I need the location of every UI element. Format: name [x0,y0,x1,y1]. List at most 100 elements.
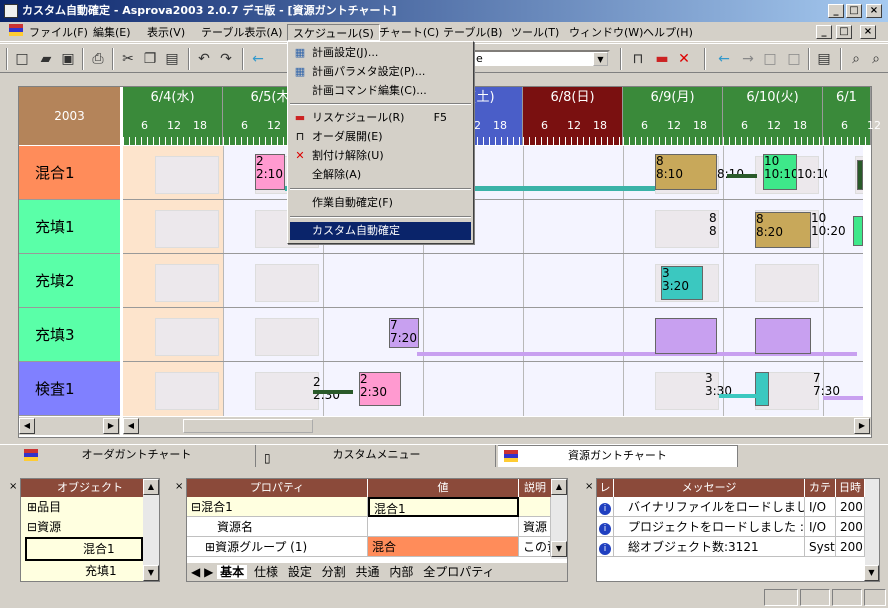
unassign-toolbar-icon[interactable]: ✕ [674,49,694,69]
expand-plus-icon[interactable]: ⊞ [27,500,37,514]
task-bar[interactable]: 3 3:30 [705,372,735,406]
task-bar[interactable] [755,372,769,406]
open-folder-icon[interactable]: ▰ [36,49,56,69]
scroll-down-icon[interactable]: ▼ [551,541,567,557]
task-bar[interactable]: 2 2:10 [255,154,285,190]
maximize-button[interactable]: □ [846,4,862,18]
prop-value-cell[interactable]: 混合 [368,537,519,557]
save-icon[interactable]: ▣ [58,49,78,69]
menu-release-all[interactable]: 全解除(A) [290,166,471,184]
task-bar[interactable]: 8 8:10 [655,154,717,190]
menu-reschedule[interactable]: ▬ リスケジュール(R) F5 [290,109,471,127]
tree-structure-icon[interactable]: ⊓ [628,49,648,69]
page2-icon[interactable]: □ [784,49,804,69]
prop-name-cell[interactable]: ⊟混合1 [187,497,368,517]
object-vscroll[interactable]: ▲ ▼ [143,479,159,581]
menu-custom-auto-confirm[interactable]: カスタム自動確定 [290,222,471,240]
tab-basic[interactable]: 基本 [217,565,248,579]
close-icon[interactable]: × [175,481,183,492]
prop-name-cell[interactable]: ⊞資源グループ (1) [187,537,368,557]
menu-file[interactable]: ファイル(F) [24,24,93,41]
menu-schedule[interactable]: スケジュール(S) [287,24,380,41]
search-icon[interactable]: ⌕ [846,49,866,69]
task-label[interactable]: 10 10:20 [811,212,851,248]
menu-help[interactable]: ヘルプ(H) [638,24,698,41]
task-bar[interactable] [853,216,863,246]
menu-view[interactable]: 表示(V) [142,24,190,41]
minimize-button[interactable]: _ [828,4,844,18]
close-button[interactable]: × [866,4,882,18]
tab-spec[interactable]: 仕様 [251,565,281,579]
scroll-thumb[interactable] [183,419,313,433]
tab-prev-icon[interactable]: ◀ [187,565,200,579]
resource-header[interactable]: 検査1 [19,362,120,416]
property-vscroll[interactable]: ▲ ▼ [551,479,567,559]
undo-icon[interactable]: ↶ [194,49,214,69]
task-bar[interactable]: 2 2:30 [313,376,343,402]
menu-plan-settings[interactable]: ▦ 計画設定(J)... [290,44,471,62]
menu-table[interactable]: テーブル(B) [438,24,507,41]
task-bar[interactable]: 7 7:30 [813,372,863,406]
menu-tools[interactable]: ツール(T) [506,24,564,41]
tree-item-resources[interactable]: ⊟資源 [27,517,159,537]
tab-order-gantt[interactable]: オーダガントチャート [18,445,256,467]
back-arrow-icon[interactable]: ← [248,49,268,69]
menu-edit[interactable]: 編集(E) [88,24,136,41]
close-icon[interactable]: × [9,481,17,492]
mdi-minimize-button[interactable]: _ [816,25,832,39]
scroll-down-icon[interactable]: ▼ [864,565,879,581]
chevron-down-icon[interactable]: ▼ [593,52,608,66]
tab-split[interactable]: 分割 [319,565,349,579]
collapse-minus-icon[interactable]: ⊟ [27,520,37,534]
gantt-hscroll[interactable]: ◀ ▶ [123,417,871,435]
redo-icon[interactable]: ↷ [216,49,236,69]
tab-all-properties[interactable]: 全プロパティ [420,565,497,579]
prop-name-cell[interactable]: 資源名 [187,517,368,537]
task-bar[interactable]: 10 10:10 [763,154,797,190]
menu-chart[interactable]: チャート(C) [374,24,444,41]
mdi-restore-button[interactable]: □ [836,25,852,39]
page-icon[interactable]: □ [760,49,780,69]
nav-forward-icon[interactable]: → [738,49,758,69]
menu-plan-command-edit[interactable]: 計画コマンド編集(C)... [290,82,471,100]
tab-internal[interactable]: 内部 [386,565,416,579]
menu-unassign[interactable]: ✕ 割付け解除(U) [290,147,471,165]
scroll-down-icon[interactable]: ▼ [143,565,159,581]
menu-plan-params[interactable]: ▦ 計画パラメタ設定(P)... [290,63,471,81]
copy-icon[interactable]: ❐ [140,49,160,69]
menu-order-expand[interactable]: ⊓ オーダ展開(E) [290,128,471,146]
task-bar[interactable] [655,318,717,354]
resource-header[interactable]: 混合1 [19,146,120,200]
task-bar[interactable]: 8 8:20 [709,212,717,242]
gantt-scroll-left-icon[interactable]: ◀ [123,418,139,434]
task-bar[interactable]: 7 7:20 [389,318,419,348]
task-label[interactable]: 10:10 [797,168,827,182]
scroll-right-icon[interactable]: ▶ [103,418,119,434]
resource-header[interactable]: 充填2 [19,254,120,308]
menu-window[interactable]: ウィンドウ(W) [564,24,648,41]
reschedule-toolbar-icon[interactable]: ▬ [652,49,672,69]
gantt-scroll-right-icon[interactable]: ▶ [854,418,870,434]
tab-common[interactable]: 共通 [353,565,383,579]
scroll-up-icon[interactable]: ▲ [143,479,159,495]
task-bar[interactable] [857,160,863,190]
tree-item-fill1[interactable]: 充填1 [27,561,159,581]
task-bar[interactable] [755,318,811,354]
app-icon[interactable] [4,4,18,18]
tab-custom-menu[interactable]: ▯ カスタムメニュー [258,445,496,467]
expand-plus-icon[interactable]: ⊞ [205,540,215,554]
nav-back-icon[interactable]: ← [714,49,734,69]
gantt-body[interactable]: 2 2:108 8:108:1010 10:1010:108 8:208 8:2… [123,146,863,416]
doc-icon[interactable] [4,24,26,41]
task-bar[interactable]: 2 2:30 [359,372,401,406]
resource-header[interactable]: 充填1 [19,200,120,254]
tree-item-items[interactable]: ⊞品目 [27,497,159,517]
message-vscroll[interactable]: ▼ [864,479,879,581]
tree-item-mix1[interactable]: 混合1 [25,537,143,561]
resource-header[interactable]: 充填3 [19,308,120,362]
tab-next-icon[interactable]: ▶ [204,565,213,579]
menu-table-view[interactable]: テーブル表示(A) [196,24,287,41]
cut-icon[interactable]: ✂ [118,49,138,69]
resource-hscroll[interactable]: ◀ ▶ [19,417,120,435]
zoom-icon[interactable]: ⌕ [866,49,886,69]
